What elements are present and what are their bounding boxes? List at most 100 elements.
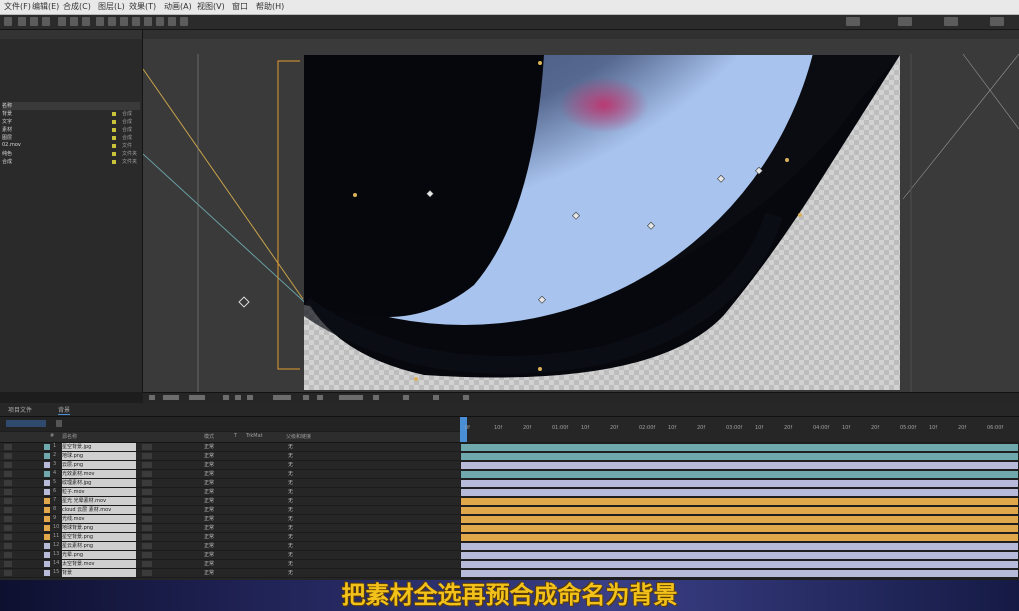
layer-switches[interactable] <box>142 543 152 549</box>
layer-mode-dropdown[interactable]: 正常 <box>204 497 214 504</box>
zoom-tool-icon[interactable] <box>42 17 50 26</box>
timeline-layer-row[interactable]: 13 光晕.png 正常 无 <box>0 551 460 560</box>
resolution-dropdown[interactable] <box>189 395 205 400</box>
current-time-field[interactable] <box>6 420 46 427</box>
layer-duration-bar[interactable] <box>461 507 1018 514</box>
visibility-eye-icon[interactable] <box>4 561 12 567</box>
menu-effect[interactable]: 效果(T) <box>129 1 156 12</box>
menu-help[interactable]: 帮助(H) <box>256 1 284 12</box>
menu-file[interactable]: 文件(F) <box>4 1 31 12</box>
layer-parent-dropdown[interactable]: 无 <box>288 461 293 468</box>
time-ruler[interactable]: 0f 10f 20f 01:00f 10f 20f 02:00f 10f 20f 03:00f 10… <box>460 417 1019 442</box>
layer-parent-dropdown[interactable]: 无 <box>288 479 293 486</box>
visibility-eye-icon[interactable] <box>4 498 12 504</box>
layer-label-color[interactable] <box>44 561 50 567</box>
clone-stamp-tool-icon[interactable] <box>144 17 152 26</box>
layer-source-name[interactable]: 光晕.png <box>62 551 136 559</box>
layer-label-color[interactable] <box>44 489 50 495</box>
layer-switches[interactable] <box>142 453 152 459</box>
layer-label-color[interactable] <box>44 480 50 486</box>
menu-window[interactable]: 窗口 <box>232 1 248 12</box>
snapshot-icon[interactable] <box>303 395 309 400</box>
brush-tool-icon[interactable] <box>132 17 140 26</box>
visibility-eye-icon[interactable] <box>4 462 12 468</box>
menu-animation[interactable]: 动画(A) <box>164 1 192 12</box>
timeline-layer-row[interactable]: 11 星空背景.png 正常 无 <box>0 533 460 542</box>
timeline-layer-row[interactable]: 9 光线.mov 正常 无 <box>0 515 460 524</box>
selection-tool-icon[interactable] <box>18 17 26 26</box>
layer-duration-bar[interactable] <box>461 534 1018 541</box>
layer-parent-dropdown[interactable]: 无 <box>288 533 293 540</box>
layer-switches[interactable] <box>142 489 152 495</box>
timeline-layer-row[interactable]: 12 星云素材.png 正常 无 <box>0 542 460 551</box>
rotate-tool-icon[interactable] <box>58 17 66 26</box>
layer-mode-dropdown[interactable]: 正常 <box>204 551 214 558</box>
layer-label-color[interactable] <box>44 552 50 558</box>
layer-label-color[interactable] <box>44 462 50 468</box>
layer-source-name[interactable]: 星空背景.jpg <box>62 443 136 451</box>
layer-parent-dropdown[interactable]: 无 <box>288 506 293 513</box>
timeline-layer-row[interactable]: 14 太空背景.mov 正常 无 <box>0 560 460 569</box>
layer-duration-bar[interactable] <box>461 561 1018 568</box>
visibility-eye-icon[interactable] <box>4 444 12 450</box>
layer-source-name[interactable]: 星空背景.png <box>62 533 136 541</box>
layer-switches[interactable] <box>142 480 152 486</box>
layer-parent-dropdown[interactable]: 无 <box>288 551 293 558</box>
layer-parent-dropdown[interactable]: 无 <box>288 497 293 504</box>
layer-switches[interactable] <box>142 525 152 531</box>
mask-visibility-icon[interactable] <box>247 395 253 400</box>
layer-switches[interactable] <box>142 552 152 558</box>
tab-composition[interactable]: 背景 <box>58 405 71 415</box>
visibility-eye-icon[interactable] <box>4 480 12 486</box>
layer-mode-dropdown[interactable]: 正常 <box>204 470 214 477</box>
layer-switches[interactable] <box>142 471 152 477</box>
layer-duration-bar[interactable] <box>461 525 1018 532</box>
col-mode[interactable]: 模式 <box>204 433 214 440</box>
timeline-layer-row[interactable]: 7 星光 光晕素材.mov 正常 无 <box>0 497 460 506</box>
tab-render-queue[interactable]: 项目文件 <box>8 405 32 414</box>
workspace-learn-icon[interactable] <box>898 17 912 26</box>
timeline-layer-row[interactable]: 6 粒子.mov 正常 无 <box>0 488 460 497</box>
search-help-icon[interactable] <box>990 17 1004 26</box>
menu-layer[interactable]: 图层(L) <box>98 1 125 12</box>
layer-label-color[interactable] <box>44 543 50 549</box>
layer-switches[interactable] <box>142 516 152 522</box>
pen-tool-icon[interactable] <box>108 17 116 26</box>
layer-label-color[interactable] <box>44 525 50 531</box>
eraser-tool-icon[interactable] <box>156 17 164 26</box>
workspace-default-icon[interactable] <box>846 17 860 26</box>
layer-source-name[interactable]: 太空背景.mov <box>62 560 136 568</box>
magnification-icon[interactable] <box>149 395 155 400</box>
menu-edit[interactable]: 编辑(E) <box>32 1 59 12</box>
type-tool-icon[interactable] <box>120 17 128 26</box>
col-source-name[interactable]: 源名称 <box>62 433 77 440</box>
search-icon[interactable] <box>56 420 62 427</box>
layer-mode-dropdown[interactable]: 正常 <box>204 443 214 450</box>
visibility-eye-icon[interactable] <box>4 534 12 540</box>
project-column-header[interactable]: 名称 <box>2 102 140 110</box>
layer-parent-dropdown[interactable]: 无 <box>288 560 293 567</box>
timeline-layer-row[interactable]: 1 星空背景.jpg 正常 无 <box>0 443 460 452</box>
roto-brush-tool-icon[interactable] <box>168 17 176 26</box>
layer-duration-bar[interactable] <box>461 489 1018 496</box>
layer-switches[interactable] <box>142 561 152 567</box>
layer-source-name[interactable]: 光效素材.mov <box>62 470 136 478</box>
layer-source-name[interactable]: 纹理素材.jpg <box>62 479 136 487</box>
layer-mode-dropdown[interactable]: 正常 <box>204 542 214 549</box>
visibility-eye-icon[interactable] <box>4 552 12 558</box>
layer-switches[interactable] <box>142 534 152 540</box>
zoom-dropdown[interactable] <box>163 395 179 400</box>
visibility-eye-icon[interactable] <box>4 471 12 477</box>
puppet-tool-icon[interactable] <box>180 17 188 26</box>
timeline-layer-row[interactable]: 8 cloud 云层 素材.mov 正常 无 <box>0 506 460 515</box>
hand-tool-icon[interactable] <box>30 17 38 26</box>
col-trkmat[interactable]: TrkMat <box>246 433 263 439</box>
project-item[interactable]: 背景 合成 <box>2 110 140 118</box>
layer-mode-dropdown[interactable]: 正常 <box>204 461 214 468</box>
layer-switches[interactable] <box>142 507 152 513</box>
layer-mode-dropdown[interactable]: 正常 <box>204 506 214 513</box>
layer-switches[interactable] <box>142 498 152 504</box>
timeline-icon[interactable] <box>433 395 439 400</box>
composition-canvas[interactable] <box>304 55 900 390</box>
layer-mode-dropdown[interactable]: 正常 <box>204 533 214 540</box>
